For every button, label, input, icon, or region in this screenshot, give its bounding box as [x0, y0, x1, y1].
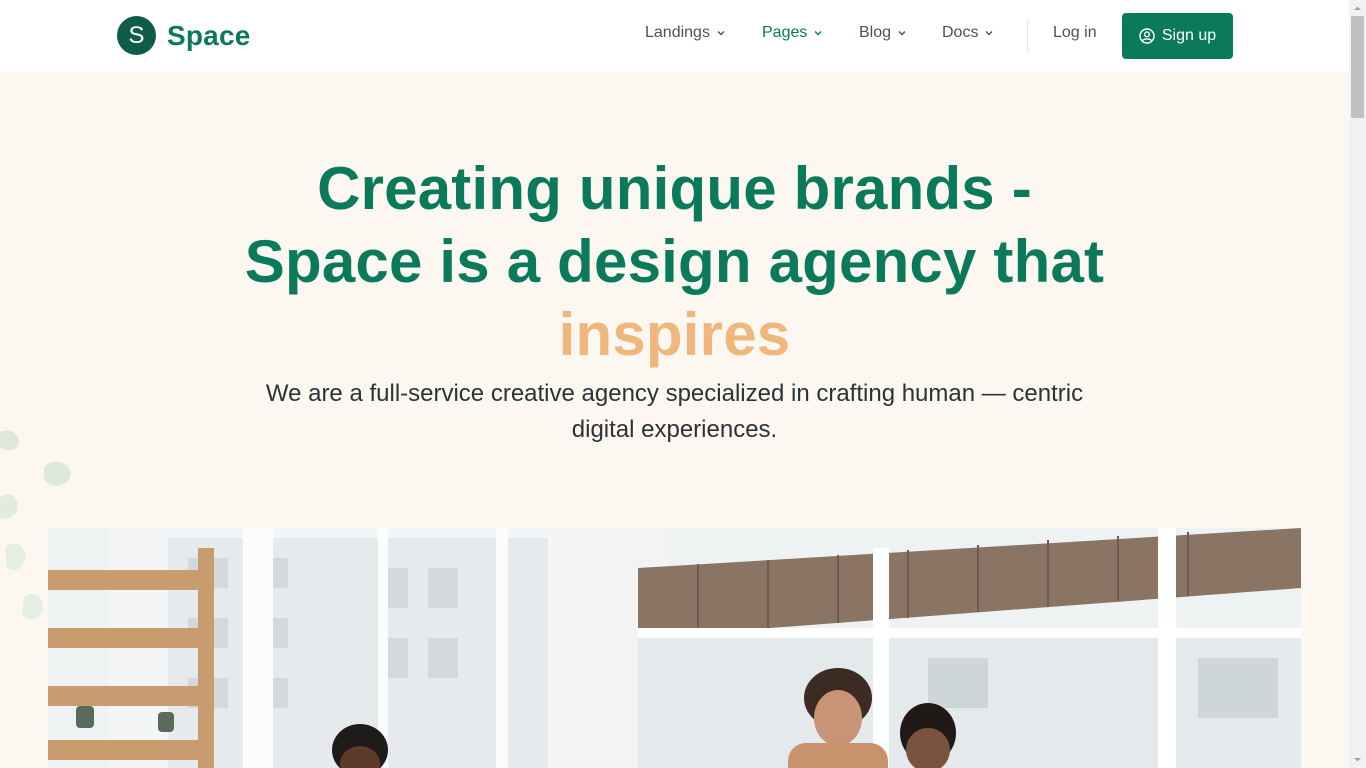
hero-photo [48, 528, 1301, 768]
login-link[interactable]: Log in [1053, 24, 1097, 42]
logo-text: Space [167, 19, 251, 51]
hero-section: Creating unique brands - Space is a desi… [0, 72, 1349, 768]
hero-title: Creating unique brands - Space is a desi… [174, 152, 1175, 371]
hero-title-accent: inspires [558, 301, 791, 368]
chevron-down-icon [717, 31, 725, 36]
nav-pages[interactable]: Pages [762, 24, 823, 42]
nav-label: Landings [645, 24, 710, 41]
signup-button[interactable]: Sign up [1122, 13, 1233, 59]
chevron-down-icon [814, 31, 822, 36]
nav-blog[interactable]: Blog [859, 24, 907, 42]
brand-logo[interactable]: S Space [117, 16, 251, 55]
office-team-illustration [48, 528, 1301, 768]
scroll-down-icon[interactable] [1353, 755, 1362, 764]
user-circle-icon [1139, 28, 1155, 44]
nav-label: Blog [859, 24, 892, 41]
hero-title-line2: Space is a design agency that [244, 228, 1105, 295]
nav-label: Docs [942, 24, 979, 41]
chevron-down-icon [985, 31, 993, 36]
nav-docs[interactable]: Docs [942, 24, 994, 42]
nav-label: Pages [762, 24, 808, 41]
hero-title-line1: Creating unique brands - [317, 155, 1032, 222]
chevron-down-icon [898, 31, 906, 36]
scrollbar-thumb[interactable] [1351, 16, 1364, 118]
page-scrollbar[interactable] [1349, 0, 1366, 768]
scroll-up-icon[interactable] [1353, 4, 1362, 13]
nav-landings[interactable]: Landings [645, 24, 726, 42]
signup-label: Sign up [1161, 27, 1217, 44]
nav-divider [1027, 20, 1028, 52]
hero-subtitle: We are a full-service creative agency sp… [265, 380, 1084, 443]
logo-badge: S [117, 16, 156, 55]
site-header: S Space Landings Pages Blog Docs Log in [0, 0, 1349, 72]
